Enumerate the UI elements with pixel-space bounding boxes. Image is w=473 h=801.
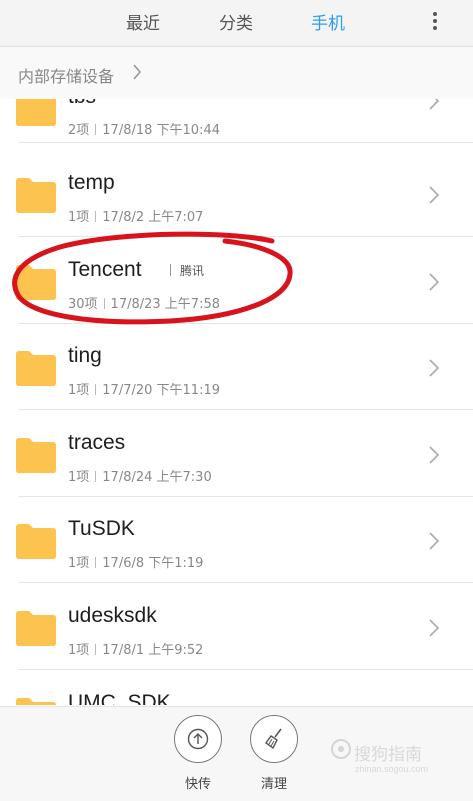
breadcrumb: 内部存储设备 (0, 47, 473, 99)
clean-label: 清理 (260, 777, 287, 792)
quick-transfer-label: 快传 (184, 777, 211, 792)
folder-meta: 1项 17/8/1 上午9:52 (68, 643, 204, 658)
chevron-right-icon (133, 64, 142, 80)
folder-icon (16, 351, 56, 386)
folder-name: tbs (68, 99, 96, 109)
folder-row-temp[interactable]: temp 1项 17/8/2 上午7:07 (0, 151, 473, 237)
folder-meta: 1项 17/8/2 上午7:07 (68, 210, 204, 225)
folder-name: traces (68, 431, 126, 454)
folder-icon (16, 99, 56, 126)
folder-meta: 1项 17/8/24 上午7:30 (68, 470, 212, 485)
chevron-right-icon (429, 99, 440, 110)
watermark-logo-icon (331, 739, 351, 759)
folder-icon (16, 438, 56, 473)
tab-phone[interactable]: 手机 (311, 9, 345, 34)
quick-transfer-button[interactable]: 快传 (170, 715, 226, 792)
folder-icon (16, 178, 56, 213)
folder-meta: 2项 17/8/18 下午10:44 (68, 123, 220, 138)
folder-row-udesksdk[interactable]: udesksdk 1项 17/8/1 上午9:52 (0, 584, 473, 670)
folder-name: udesksdk (68, 604, 157, 627)
folder-name: TuSDK (68, 517, 135, 540)
folder-name: Tencent (68, 258, 142, 281)
chevron-right-icon (429, 273, 440, 291)
clean-button[interactable]: 清理 (246, 715, 302, 792)
folder-meta: 1项 17/7/20 下午11:19 (68, 383, 220, 398)
folder-row-umc-sdk[interactable]: UMC_SDK (0, 671, 473, 705)
folder-meta: 1项 17/6/8 下午1:19 (68, 556, 204, 571)
folder-name: ting (68, 344, 102, 367)
folder-icon (16, 611, 56, 646)
upload-circle-icon (187, 728, 209, 750)
watermark-url: zhinan.sogou.com (355, 764, 429, 774)
tab-category[interactable]: 分类 (219, 9, 253, 34)
more-vertical-icon[interactable] (428, 10, 442, 32)
folder-row-ting[interactable]: ting 1项 17/7/20 下午11:19 (0, 324, 473, 410)
chevron-right-icon (429, 532, 440, 550)
folder-row-traces[interactable]: traces 1项 17/8/24 上午7:30 (0, 411, 473, 497)
chevron-right-icon (429, 446, 440, 464)
chevron-right-icon (429, 359, 440, 377)
broom-icon (265, 728, 282, 750)
folder-list: tbs 2项17/8/18 下午10:44 temp 1项17/8/2 上午7:… (0, 99, 473, 705)
folder-icon (16, 524, 56, 559)
folder-tag-label: 腾讯 (169, 264, 205, 278)
folder-name: temp (68, 171, 115, 194)
chevron-right-icon (429, 619, 440, 637)
folder-icon (16, 698, 56, 705)
watermark-text: 搜狗指南 (354, 745, 422, 765)
folder-meta: 30项 17/8/23 上午7:58 (68, 297, 220, 312)
folder-row-tencent[interactable]: Tencent 腾讯 30项 17/8/23 上午7:58 (0, 238, 473, 324)
folder-icon (16, 265, 56, 300)
folder-name: UMC_SDK (68, 691, 171, 705)
top-tab-bar: 最近 分类 手机 (0, 0, 473, 47)
tab-recent[interactable]: 最近 (126, 9, 160, 34)
folder-row-tusdk[interactable]: TuSDK 1项 17/6/8 下午1:19 (0, 497, 473, 583)
folder-row-tbs[interactable]: tbs 2项17/8/18 下午10:44 (0, 99, 473, 143)
breadcrumb-internal-storage[interactable]: 内部存储设备 (18, 63, 114, 87)
chevron-right-icon (429, 186, 440, 204)
